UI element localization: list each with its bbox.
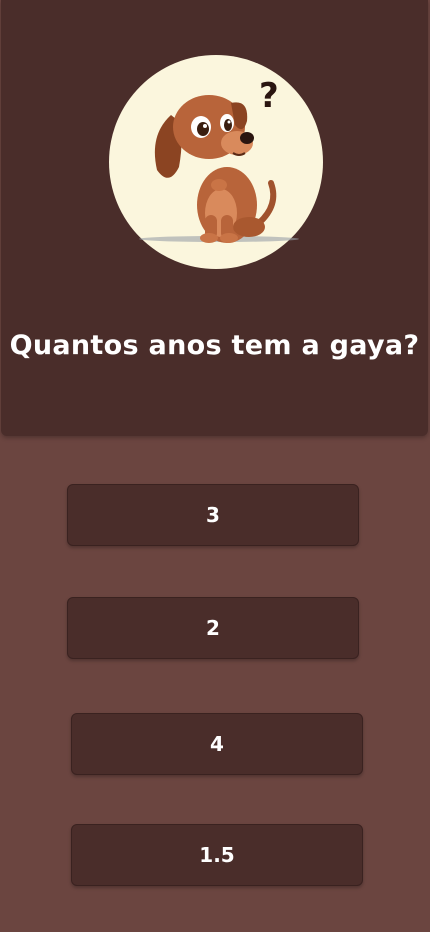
answer-button-1[interactable]: 3 [67, 484, 359, 546]
answer-button-2[interactable]: 2 [67, 597, 359, 659]
confused-dachshund-puppy-icon: ? [109, 55, 323, 269]
question-text: Quantos anos tem a gaya? [9, 330, 420, 361]
question-card: ? Quantos anos tem a gaya? [1, 0, 428, 436]
quiz-screen: ? Quantos anos tem a gaya? 3 2 4 1.5 [0, 0, 430, 932]
svg-text:?: ? [259, 76, 279, 116]
answer-button-3[interactable]: 4 [71, 713, 363, 775]
dog-avatar: ? [109, 55, 323, 269]
answer-button-4[interactable]: 1.5 [71, 824, 363, 886]
